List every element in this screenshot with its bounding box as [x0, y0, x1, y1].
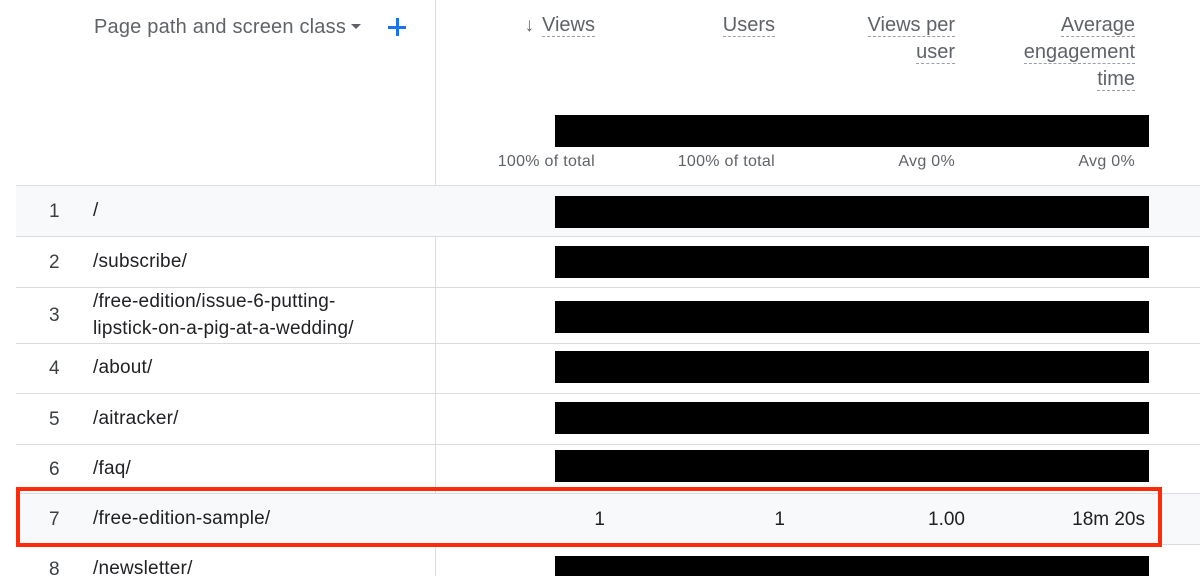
- total-avg-engagement-label: Avg 0%: [1078, 153, 1135, 170]
- row-page-path-line2: lipstick-on-a-pig-at-a-wedding/: [93, 318, 354, 339]
- row-page-path[interactable]: /: [93, 197, 98, 224]
- redacted-metrics: [555, 556, 1149, 576]
- total-views-label: 100% of total: [497, 153, 595, 170]
- column-header-views-per-user[interactable]: Views per user: [867, 12, 955, 66]
- table-row[interactable]: 8 /newsletter/: [16, 545, 1200, 576]
- table-row[interactable]: 6 /faq/: [16, 445, 1200, 493]
- column-header-users[interactable]: Users: [722, 12, 775, 39]
- avg-engagement-line1: Average: [1060, 14, 1135, 37]
- views-per-user-line1: Views per: [867, 14, 955, 37]
- table-row[interactable]: 2 /subscribe/: [16, 237, 1200, 287]
- redacted-metrics: [555, 351, 1149, 383]
- highlight-annotation-box: [16, 487, 1162, 547]
- row-rank: 1: [49, 201, 60, 222]
- row-rank: 3: [49, 305, 60, 326]
- table-row[interactable]: 3 /free-edition/issue-6-putting- lipstic…: [16, 288, 1200, 343]
- table-row[interactable]: 1 /: [16, 186, 1200, 236]
- redacted-metrics: [555, 402, 1149, 434]
- row-rank: 8: [49, 559, 60, 576]
- row-page-path-line1: /free-edition/issue-6-putting-: [93, 291, 336, 312]
- row-page-path[interactable]: /subscribe/: [93, 248, 187, 275]
- redacted-metrics: [555, 450, 1149, 482]
- caret-down-icon[interactable]: [351, 24, 361, 29]
- table-row[interactable]: 5 /aitracker/: [16, 394, 1200, 444]
- column-header-views-label: Views: [542, 14, 595, 37]
- column-header-average-engagement-time[interactable]: Average engagement time: [1023, 12, 1135, 93]
- table-row[interactable]: 4 /about/: [16, 344, 1200, 393]
- row-rank: 4: [49, 358, 60, 379]
- row-page-path[interactable]: /free-edition/issue-6-putting- lipstick-…: [93, 288, 354, 342]
- redacted-summary-totals: [555, 115, 1149, 147]
- row-page-path[interactable]: /aitracker/: [93, 405, 179, 432]
- redacted-metrics: [555, 246, 1149, 278]
- row-page-path[interactable]: /faq/: [93, 455, 131, 482]
- total-views-per-user-label: Avg 0%: [898, 153, 955, 170]
- views-per-user-line2: user: [916, 41, 955, 64]
- arrow-down-icon[interactable]: ↓: [525, 12, 535, 39]
- redacted-metrics: [555, 196, 1149, 228]
- redacted-metrics: [555, 301, 1149, 333]
- row-page-path[interactable]: /newsletter/: [93, 555, 193, 576]
- total-users-label: 100% of total: [677, 153, 775, 170]
- row-rank: 5: [49, 409, 60, 430]
- dimension-header[interactable]: Page path and screen class: [94, 14, 346, 40]
- avg-engagement-line2: engagement: [1023, 41, 1135, 64]
- row-page-path[interactable]: /about/: [93, 354, 153, 381]
- plus-icon[interactable]: [386, 16, 408, 38]
- row-rank: 6: [49, 459, 60, 480]
- column-header-views[interactable]: ↓ Views: [525, 12, 595, 39]
- column-header-users-label: Users: [722, 14, 775, 37]
- row-rank: 2: [49, 252, 60, 273]
- avg-engagement-line3: time: [1097, 68, 1135, 91]
